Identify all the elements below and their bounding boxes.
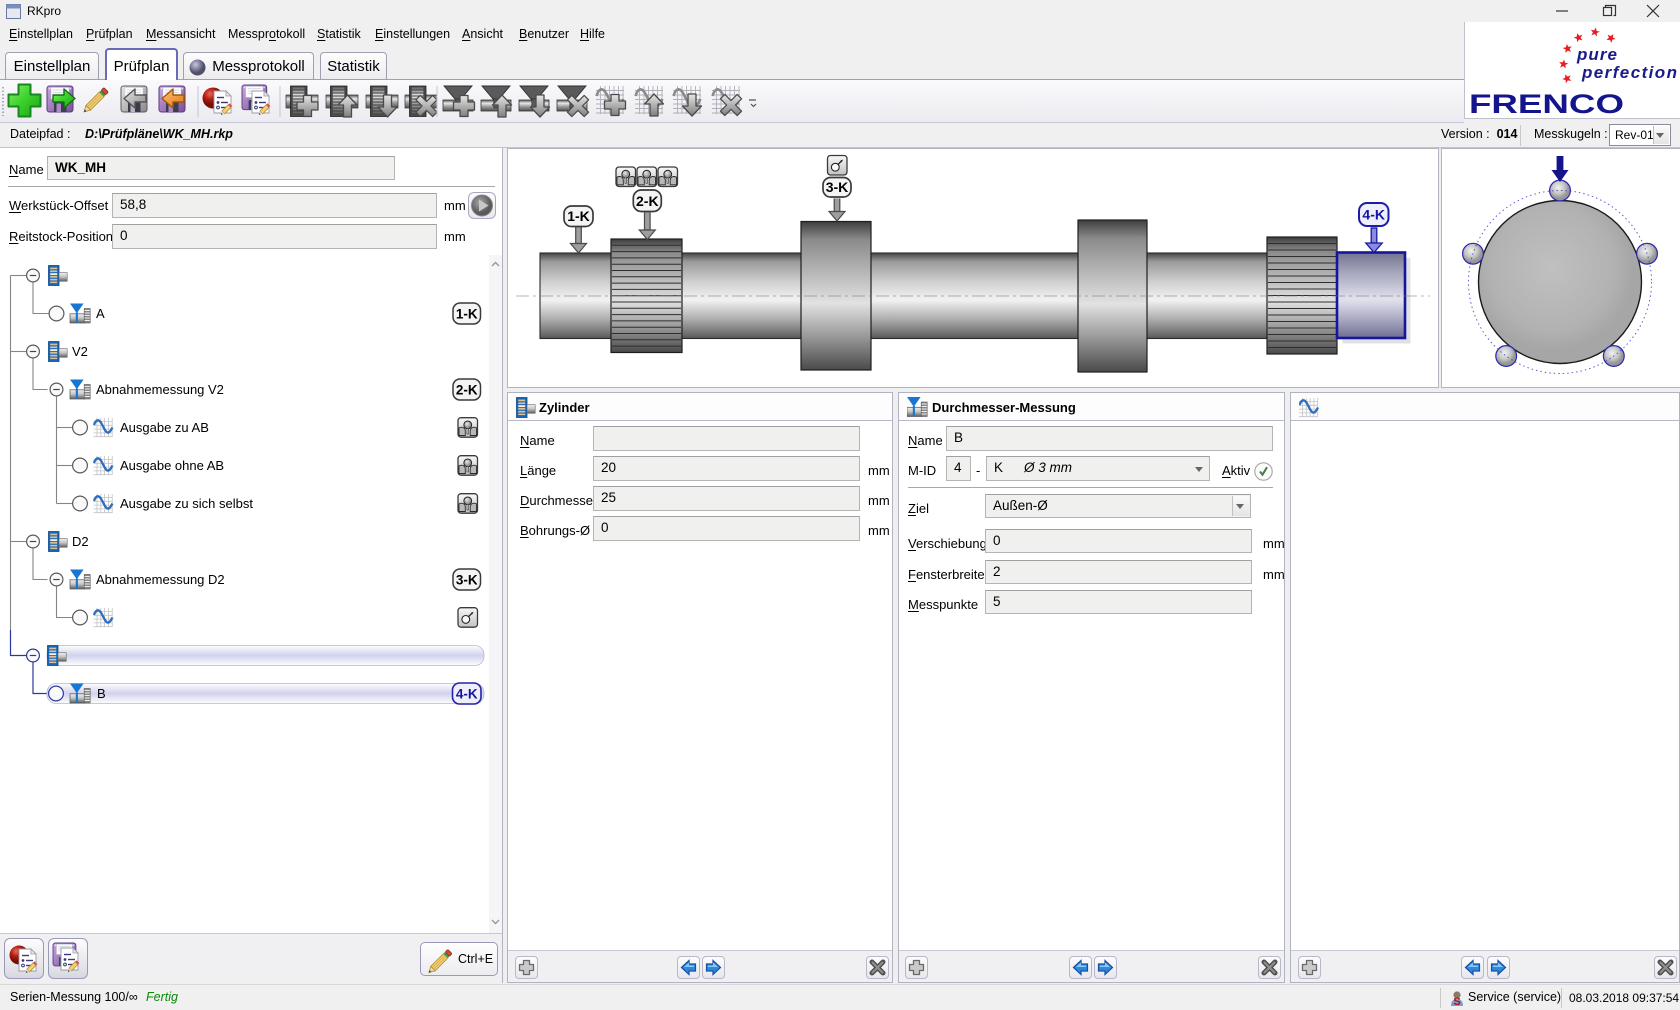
- svg-text:A: A: [96, 306, 105, 321]
- svg-text:pure: pure: [1576, 45, 1617, 64]
- svg-text:1-K: 1-K: [567, 208, 590, 224]
- svg-text:Ausgabe ohne AB: Ausgabe ohne AB: [120, 458, 224, 473]
- svg-text:Ausgabe zu sich selbst: Ausgabe zu sich selbst: [120, 496, 253, 511]
- svg-text:D2: D2: [72, 534, 89, 549]
- svg-text:perfection: perfection: [1581, 63, 1677, 82]
- svg-text:V2: V2: [72, 344, 88, 359]
- svg-text:S: S: [1453, 996, 1460, 1007]
- svg-text:Abnahmemessung D2: Abnahmemessung D2: [96, 572, 225, 587]
- svg-text:3-K: 3-K: [826, 179, 849, 195]
- svg-text:2-K: 2-K: [636, 193, 659, 209]
- svg-text:3-K: 3-K: [456, 573, 478, 588]
- svg-text:Abnahmemessung V2: Abnahmemessung V2: [96, 382, 224, 397]
- svg-text:4-K: 4-K: [1362, 207, 1385, 223]
- svg-text:1-K: 1-K: [456, 307, 478, 322]
- svg-text:Ausgabe zu AB: Ausgabe zu AB: [120, 420, 209, 435]
- svg-text:B: B: [97, 686, 106, 701]
- svg-text:FRENCO: FRENCO: [1469, 89, 1624, 118]
- svg-text:4-K: 4-K: [456, 687, 478, 702]
- svg-text:2-K: 2-K: [456, 383, 478, 398]
